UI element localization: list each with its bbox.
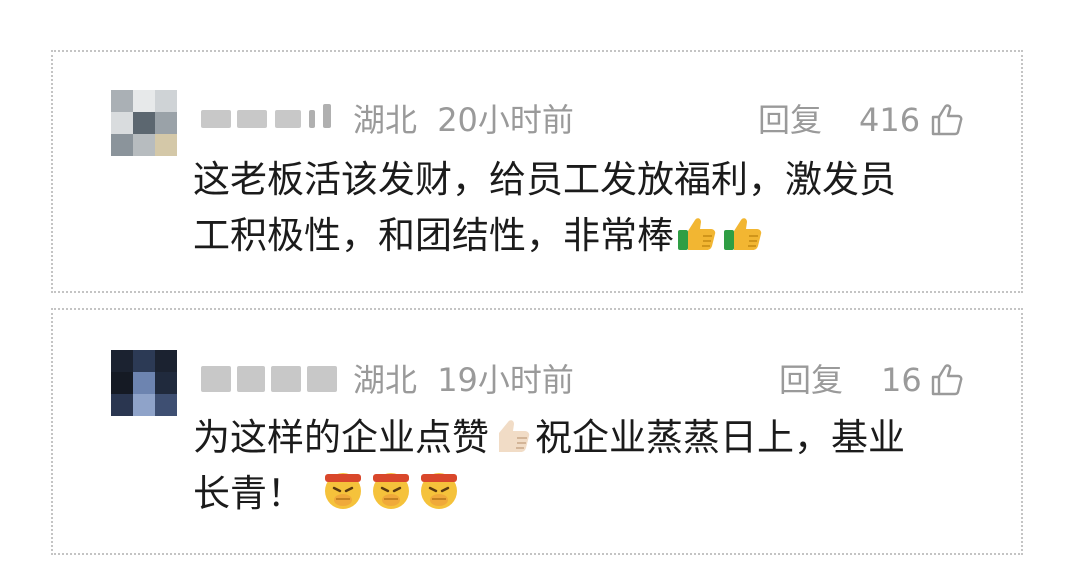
comment-line: 长青！ xyxy=(193,466,983,522)
fighting-face-icon xyxy=(325,473,361,509)
comment-location: 湖北 xyxy=(353,361,418,399)
comment-text: 这老板活该发财，给员工发放福利，激发员 工积极性，和团结性，非常棒 xyxy=(193,152,983,264)
comment-line: 工积极性，和团结性，非常棒 xyxy=(193,208,983,264)
thumbs-up-icon xyxy=(724,218,762,250)
thumbs-up-icon xyxy=(499,420,530,452)
like-icon[interactable] xyxy=(929,362,965,398)
username-blurred[interactable] xyxy=(201,102,341,136)
comment-line-text: 长青！ xyxy=(193,472,304,515)
comment-location: 湖北 xyxy=(353,101,418,139)
comment-card: 湖北 20小时前 回复 416 这老板活该发财，给员工发放福利，激发员 工积极性… xyxy=(51,50,1023,293)
comment-line: 这老板活该发财，给员工发放福利，激发员 xyxy=(193,158,896,201)
comment-line-text: 祝企业蒸蒸日上，基业 xyxy=(535,416,905,459)
comment-card: 湖北 19小时前 回复 16 为这样的企业点赞 祝企业蒸蒸日上，基业 长青！ xyxy=(51,308,1023,555)
like-count: 16 xyxy=(881,361,922,399)
comment-text: 为这样的企业点赞 祝企业蒸蒸日上，基业 长青！ xyxy=(193,410,983,522)
comment-line-text: 为这样的企业点赞 xyxy=(193,416,489,459)
avatar[interactable] xyxy=(111,350,177,416)
comment-meta: 湖北 20小时前 xyxy=(353,100,574,140)
reply-button[interactable]: 回复 xyxy=(779,360,843,400)
comment-time: 20小时前 xyxy=(437,101,574,139)
fighting-face-icon xyxy=(373,473,409,509)
comment-meta: 湖北 19小时前 xyxy=(353,360,574,400)
reply-button[interactable]: 回复 xyxy=(758,100,822,140)
like-icon[interactable] xyxy=(929,102,965,138)
comment-line: 为这样的企业点赞 祝企业蒸蒸日上，基业 xyxy=(193,410,983,466)
thumbs-up-icon xyxy=(678,218,716,250)
username-blurred[interactable] xyxy=(201,362,341,396)
avatar[interactable] xyxy=(111,90,177,156)
like-count: 416 xyxy=(859,101,921,139)
fighting-face-icon xyxy=(421,473,457,509)
comment-time: 19小时前 xyxy=(437,361,574,399)
comment-line-text: 工积极性，和团结性，非常棒 xyxy=(193,214,674,257)
